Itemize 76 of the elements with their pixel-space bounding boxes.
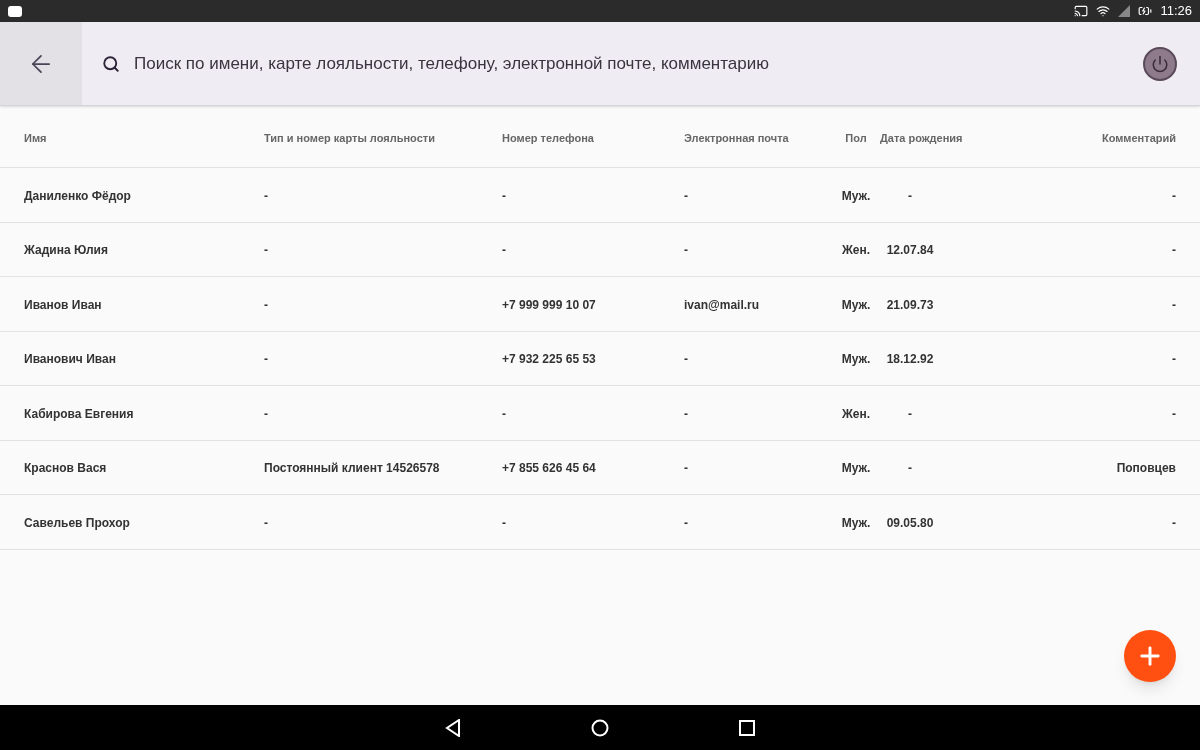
table-cell-text: +7 999 999 10 07 [502, 296, 596, 314]
table-cell-text: - [264, 514, 268, 532]
add-button[interactable] [1124, 630, 1176, 682]
battery-icon [1138, 4, 1153, 18]
table-cell-text: - [684, 187, 688, 205]
table-cell-text: 09.05.80 [885, 514, 935, 532]
table-cell-text: ivan@mail.ru [684, 296, 760, 314]
back-nav-icon[interactable] [445, 718, 461, 737]
table-cell-text: - [907, 460, 913, 478]
table-cell-text: - [1172, 351, 1176, 369]
table-cell-text: Жен. [841, 242, 871, 260]
column-header: Тип и номер карты лояльности [264, 130, 435, 146]
table-cell-text: - [502, 405, 506, 423]
table-cell-text: Жен. [841, 405, 871, 423]
table-cell-text: Муж. [841, 514, 871, 532]
table-row[interactable]: Жадина Юлия - - - Жен. 12.07.84 - [0, 222, 1200, 277]
table-cell-text: - [502, 242, 506, 260]
search-field[interactable]: Поиск по имени, карте лояльности, телефону, электронной почте, комментарию [82, 22, 1200, 105]
table-cell-text: Даниленко Фёдор [24, 187, 131, 205]
table-cell-text: - [684, 351, 688, 369]
column-header: Комментарий [1101, 130, 1176, 146]
table-cell-text: Муж. [841, 460, 871, 478]
column-header: Электронная почта [684, 130, 789, 146]
clock: 11:26 [1160, 2, 1192, 21]
table-cell-text: - [1172, 514, 1176, 532]
table-row[interactable]: Савельев Прохор - - - Муж. 09.05.80 - [0, 495, 1200, 550]
table-cell-text: Краснов Вася [24, 460, 107, 478]
column-header: Имя [24, 130, 47, 146]
table-cell-text: - [907, 187, 913, 205]
column-header: Номер телефона [502, 130, 594, 146]
table-row[interactable]: Кабирова Евгения - - - Жен. - - [0, 386, 1200, 441]
column-header: Дата рождения [880, 130, 963, 146]
table-cell-text: +7 855 626 45 64 [502, 460, 596, 478]
table-cell-text: +7 932 225 65 53 [502, 351, 596, 369]
table-cell-text: - [684, 514, 688, 532]
table-cell-text: - [502, 187, 506, 205]
cast-icon [1074, 4, 1089, 18]
table-cell-text: Муж. [841, 187, 871, 205]
table-cell-text: Поповцев [1116, 460, 1176, 478]
recents-nav-icon[interactable] [739, 719, 755, 736]
table-cell-text: - [264, 351, 268, 369]
table-cell-text: - [264, 405, 268, 423]
table-row[interactable]: Краснов Вася Постоянный клиент 14526578 +7 855 626 45 64 - Муж. - Поповцев [0, 440, 1200, 495]
table-cell-text: - [502, 514, 506, 532]
power-icon [1151, 55, 1169, 73]
table-cell-text: Муж. [841, 351, 871, 369]
signal-icon [1118, 5, 1131, 17]
column-header: Пол [845, 130, 867, 146]
table-cell-text: Иванович Иван [24, 351, 116, 369]
table-row[interactable]: Даниленко Фёдор - - - Муж. - - [0, 168, 1200, 223]
table-cell-text: Савельев Прохор [24, 514, 130, 532]
table-cell-text: - [1172, 242, 1176, 260]
home-nav-icon[interactable] [591, 718, 609, 737]
table-cell-text: Кабирова Евгения [24, 405, 134, 423]
table-cell-text: Муж. [841, 296, 871, 314]
notification-icon [8, 5, 22, 17]
table-cell-text: - [1172, 405, 1176, 423]
table-cell-text: Постоянный клиент 14526578 [264, 460, 440, 478]
table-cell-text: - [684, 460, 688, 478]
table-cell-text: - [264, 187, 268, 205]
table-cell-text: - [264, 296, 268, 314]
table-cell-text: Жадина Юлия [24, 242, 108, 260]
table-row[interactable]: Иванович Иван - +7 932 225 65 53 - Муж. 18.12.92 - [0, 331, 1200, 386]
table-cell-text: - [907, 405, 913, 423]
table-cell-text: Иванов Иван [24, 296, 102, 314]
search-icon [102, 55, 120, 73]
table-cell-text: 18.12.92 [885, 351, 935, 369]
table-cell-text: - [264, 242, 268, 260]
table-cell-text: - [1172, 187, 1176, 205]
table-row[interactable]: Иванов Иван - +7 999 999 10 07 ivan@mail.ru Муж. 21.09.73 - [0, 277, 1200, 332]
wifi-icon [1096, 4, 1111, 18]
table-cell-text: 21.09.73 [885, 296, 935, 314]
table-cell-text: - [684, 405, 688, 423]
table-cell-text: - [684, 242, 688, 260]
table-cell-text: 12.07.84 [885, 242, 935, 260]
table-cell-text: - [1172, 296, 1176, 314]
